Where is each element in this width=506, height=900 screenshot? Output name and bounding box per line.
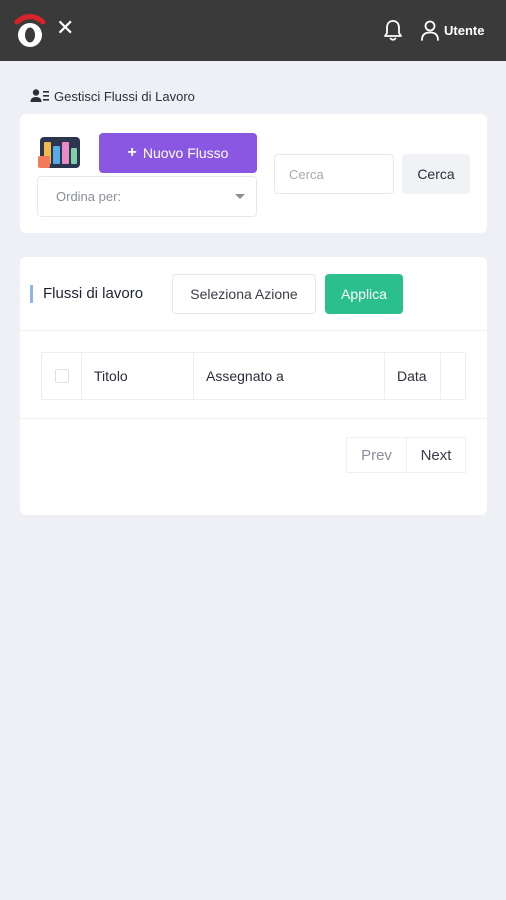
plus-icon: + bbox=[127, 144, 137, 161]
apply-button[interactable]: Applica bbox=[325, 274, 403, 314]
user-icon bbox=[421, 20, 439, 41]
bell-icon[interactable] bbox=[382, 18, 404, 42]
select-all-checkbox[interactable] bbox=[54, 369, 69, 383]
column-header-actions bbox=[441, 353, 465, 399]
top-bar: ✕ Utente bbox=[0, 0, 506, 61]
page-title: Gestisci Flussi di Lavoro bbox=[30, 87, 195, 105]
divider bbox=[20, 418, 487, 419]
close-icon[interactable]: ✕ bbox=[56, 17, 74, 39]
section-title: Flussi di lavoro bbox=[30, 285, 143, 303]
new-flow-label: Nuovo Flusso bbox=[142, 145, 229, 161]
column-header-title[interactable]: Titolo bbox=[82, 353, 194, 399]
user-list-icon bbox=[30, 89, 49, 102]
select-all-cell bbox=[42, 353, 82, 399]
caret-down-icon bbox=[235, 194, 245, 199]
new-flow-button[interactable]: + Nuovo Flusso bbox=[99, 133, 257, 173]
action-select[interactable]: Seleziona Azione bbox=[172, 274, 316, 314]
pagination: Prev Next bbox=[346, 437, 466, 473]
user-menu[interactable]: Utente bbox=[420, 19, 484, 41]
column-header-assigned[interactable]: Assegnato a bbox=[194, 353, 385, 399]
page-title-text: Gestisci Flussi di Lavoro bbox=[54, 88, 195, 104]
action-select-label: Seleziona Azione bbox=[190, 286, 298, 302]
sort-select[interactable]: Ordina per: bbox=[37, 176, 257, 217]
user-label: Utente bbox=[444, 22, 485, 38]
kanban-board-icon bbox=[38, 137, 80, 168]
divider bbox=[20, 330, 487, 331]
column-header-date[interactable]: Data bbox=[385, 353, 441, 399]
search-button[interactable]: Cerca bbox=[402, 154, 470, 194]
next-page-button[interactable]: Next bbox=[406, 437, 466, 473]
toolbar-card: + Nuovo Flusso Ordina per: Cerca bbox=[20, 114, 487, 233]
sort-select-placeholder: Ordina per: bbox=[56, 189, 122, 204]
opera-logo-icon[interactable] bbox=[13, 13, 47, 49]
workflows-card: Flussi di lavoro Seleziona Azione Applic… bbox=[20, 257, 487, 515]
search-input[interactable] bbox=[274, 154, 394, 194]
prev-page-button[interactable]: Prev bbox=[346, 437, 406, 473]
workflows-table-header: Titolo Assegnato a Data bbox=[41, 352, 466, 400]
